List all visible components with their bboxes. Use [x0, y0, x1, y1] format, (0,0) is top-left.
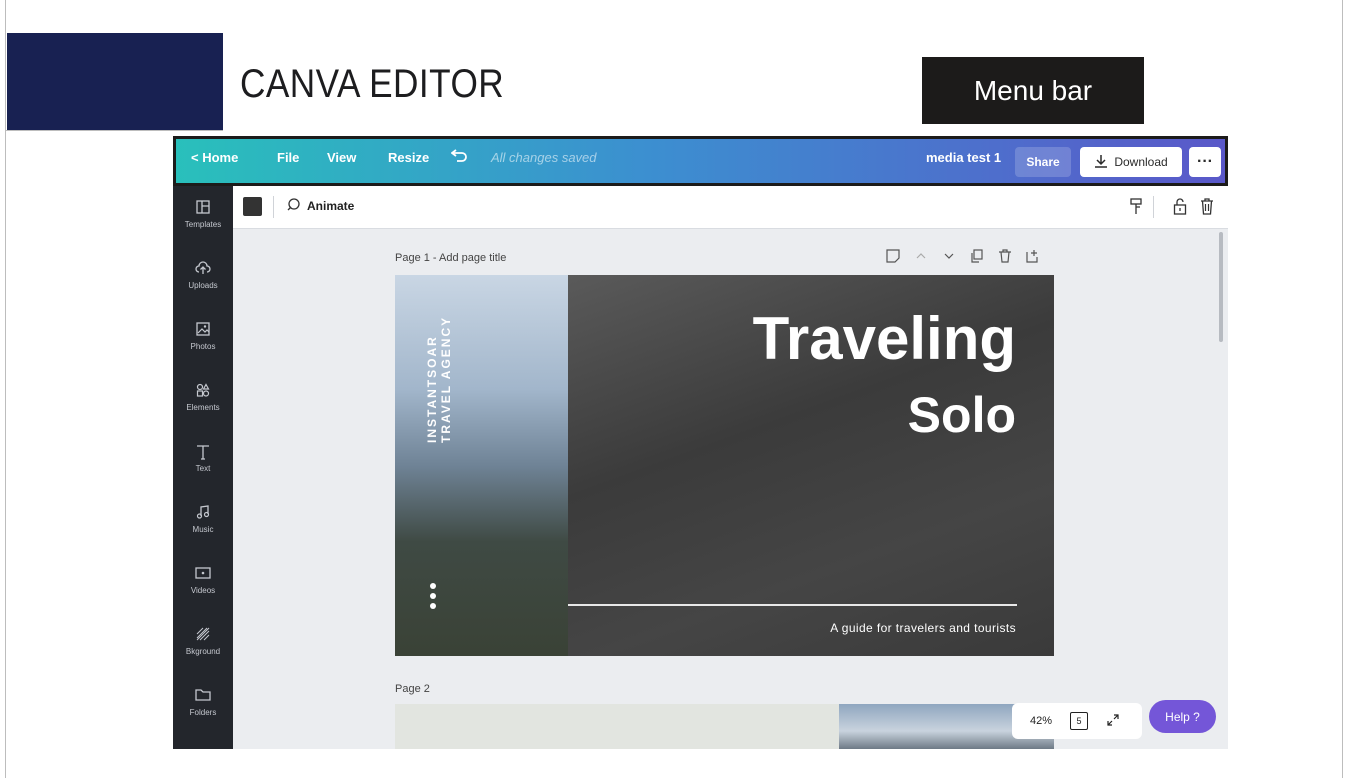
color-swatch[interactable]: [243, 197, 262, 216]
sidebar-item-music[interactable]: Music: [173, 505, 233, 534]
sidebar-item-videos[interactable]: Videos: [173, 566, 233, 595]
zoom-controls: 42% 5: [1012, 703, 1142, 739]
resize-menu[interactable]: Resize: [388, 150, 429, 165]
agency-name-vertical[interactable]: INSTANTSOAR TRAVEL AGENCY: [425, 313, 465, 443]
menu-bar: < Home File View Resize All changes save…: [173, 136, 1228, 187]
elements-icon: [173, 383, 233, 401]
sidebar-item-photos[interactable]: Photos: [173, 322, 233, 351]
lock-icon[interactable]: [1173, 198, 1187, 221]
vertical-scrollbar[interactable]: [1219, 232, 1223, 342]
sidebar-item-label: Music: [192, 525, 214, 534]
save-status: All changes saved: [491, 150, 597, 165]
sidebar-item-label: Bkground: [185, 647, 221, 656]
sidebar-item-folders[interactable]: Folders: [173, 688, 233, 717]
sidebar-item-text[interactable]: Text: [173, 444, 233, 473]
paint-format-icon[interactable]: [1129, 198, 1143, 221]
background-icon: [173, 627, 233, 645]
sidebar-item-background[interactable]: Bkground: [173, 627, 233, 656]
side-panel: Templates Uploads Photos Elements Text M…: [173, 186, 233, 749]
animate-button[interactable]: Animate: [307, 199, 354, 213]
sidebar-item-elements[interactable]: Elements: [173, 383, 233, 412]
text-icon: [173, 444, 233, 462]
sidebar-item-label: Text: [195, 464, 211, 473]
sidebar-item-label: Videos: [190, 586, 216, 595]
page-1-title[interactable]: Page 1 - Add page title: [395, 252, 506, 264]
more-options-button[interactable]: ···: [1189, 147, 1221, 177]
trash-icon[interactable]: [1200, 198, 1214, 221]
share-button[interactable]: Share: [1015, 147, 1071, 177]
templates-icon: [173, 200, 233, 218]
dots-decoration: [430, 583, 436, 613]
videos-icon: [173, 566, 233, 584]
slide-right-rule: [1342, 0, 1343, 778]
delete-page-icon[interactable]: [998, 249, 1012, 268]
page-2-canvas[interactable]: [395, 704, 1054, 749]
chevron-down-icon[interactable]: [942, 249, 956, 268]
help-button[interactable]: Help ?: [1149, 700, 1216, 733]
upload-cloud-icon: [173, 261, 233, 279]
agency-name-line-2: TRAVEL AGENCY: [439, 315, 453, 443]
canva-editor: < Home File View Resize All changes save…: [173, 136, 1228, 749]
slide-left-rule: [5, 0, 6, 778]
menu-bar-callout: Menu bar: [922, 57, 1144, 124]
zoom-level[interactable]: 42%: [1030, 715, 1052, 727]
agency-name-line-1: INSTANTSOAR: [425, 335, 439, 443]
navy-accent-block: [7, 33, 223, 130]
view-menu[interactable]: View: [327, 150, 356, 165]
home-link[interactable]: < Home: [191, 150, 238, 165]
design-canvas[interactable]: INSTANTSOAR TRAVEL AGENCY Traveling Solo…: [395, 275, 1054, 656]
document-name[interactable]: media test 1: [926, 150, 1001, 165]
share-label: Share: [1026, 155, 1060, 169]
slide-rule: [5, 130, 223, 131]
sidebar-item-uploads[interactable]: Uploads: [173, 261, 233, 290]
heading-traveling[interactable]: Traveling: [753, 309, 1016, 369]
add-page-icon[interactable]: [1026, 249, 1040, 268]
duplicate-icon[interactable]: [970, 249, 984, 268]
guide-subtitle[interactable]: A guide for travelers and tourists: [830, 621, 1016, 635]
slide-title: CANVA EDITOR: [240, 62, 505, 106]
mountain-photo-left: [395, 275, 568, 656]
sidebar-item-label: Templates: [184, 220, 222, 229]
page-grid-icon[interactable]: 5: [1070, 712, 1089, 730]
divider-line: [568, 604, 1017, 606]
download-label: Download: [1114, 155, 1168, 169]
sidebar-item-label: Uploads: [188, 281, 218, 290]
sidebar-item-label: Folders: [189, 708, 217, 717]
music-icon: [173, 505, 233, 523]
fullscreen-icon[interactable]: [1106, 713, 1120, 730]
page-count: 5: [1076, 716, 1082, 726]
notes-icon[interactable]: [886, 249, 900, 268]
sidebar-item-templates[interactable]: Templates: [173, 200, 233, 229]
animate-icon: [285, 197, 301, 218]
download-icon: [1094, 154, 1108, 171]
toolbar-divider: [1153, 196, 1154, 218]
file-menu[interactable]: File: [277, 150, 299, 165]
page-actions: [886, 249, 1040, 268]
toolbar-divider: [273, 196, 274, 218]
undo-icon[interactable]: [450, 147, 469, 166]
sidebar-item-label: Elements: [186, 403, 220, 412]
photos-icon: [173, 322, 233, 340]
folder-icon: [173, 688, 233, 706]
page-2-title[interactable]: Page 2: [395, 683, 430, 695]
sidebar-item-label: Photos: [190, 342, 216, 351]
chevron-up-icon[interactable]: [914, 249, 928, 268]
editor-toolbar: Animate: [233, 186, 1228, 229]
download-button[interactable]: Download: [1080, 147, 1182, 177]
heading-solo[interactable]: Solo: [908, 387, 1016, 443]
